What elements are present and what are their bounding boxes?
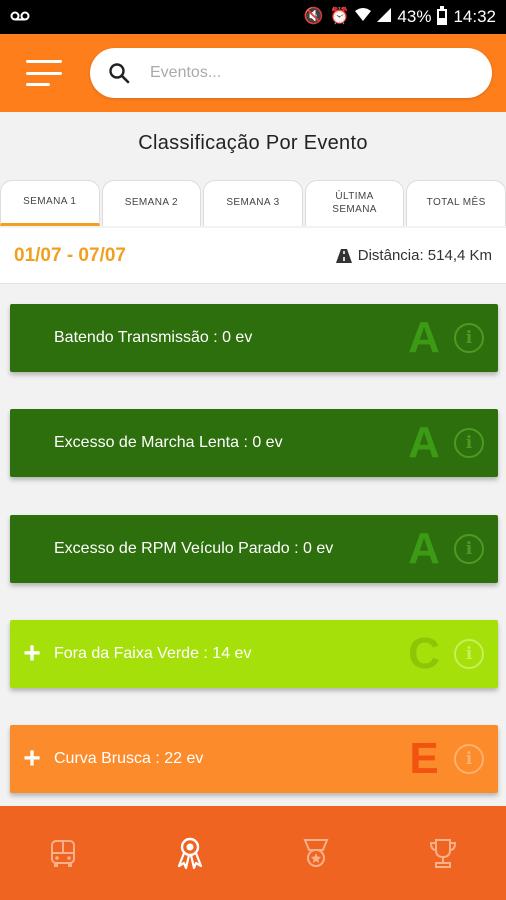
bus-icon bbox=[51, 840, 76, 867]
trophy-icon bbox=[429, 839, 456, 868]
event-grade: E bbox=[409, 734, 439, 783]
event-label: Batendo Transmissão : 0 ev bbox=[54, 329, 253, 346]
wifi-icon bbox=[355, 8, 372, 26]
event-label: Curva Brusca : 22 ev bbox=[54, 750, 204, 767]
badge-icon bbox=[303, 839, 329, 867]
info-icon[interactable]: i bbox=[454, 534, 484, 564]
mute-icon: 🔇 bbox=[303, 8, 324, 25]
info-icon[interactable]: i bbox=[454, 323, 484, 353]
event-grade: A bbox=[408, 524, 440, 573]
event-label: Excesso de RPM Veículo Parado : 0 ev bbox=[54, 540, 334, 557]
event-grade: A bbox=[408, 313, 440, 362]
award-ribbon-icon bbox=[177, 837, 202, 870]
nav-trophy[interactable] bbox=[413, 828, 473, 878]
page-title: Classificação Por Evento bbox=[138, 132, 368, 154]
nav-bus[interactable] bbox=[33, 828, 93, 878]
tab-ultima-semana[interactable]: ÚLTIMA SEMANA bbox=[304, 180, 405, 226]
event-card[interactable]: Excesso de RPM Veículo Parado : 0 ev A i bbox=[10, 515, 498, 583]
menu-icon[interactable] bbox=[26, 60, 64, 86]
voicemail-icon bbox=[10, 9, 30, 25]
search-icon bbox=[109, 63, 130, 84]
week-summary: 01/07 - 07/07 Distância: 514,4 Km bbox=[0, 228, 506, 284]
search-bar[interactable] bbox=[90, 48, 492, 98]
week-date-range: 01/07 - 07/07 bbox=[14, 244, 126, 266]
plus-icon[interactable]: + bbox=[10, 639, 54, 669]
distance-info: Distância: 514,4 Km bbox=[335, 247, 492, 264]
status-bar: 🔇 ⏰ 43% 14:32 bbox=[0, 0, 506, 34]
event-card[interactable]: Excesso de Marcha Lenta : 0 ev A i bbox=[10, 409, 498, 477]
battery-icon bbox=[437, 6, 448, 25]
search-input[interactable] bbox=[150, 64, 474, 82]
week-tabs: SEMANA 1 SEMANA 2 SEMANA 3 ÚLTIMA SEMANA… bbox=[0, 180, 506, 226]
app-header bbox=[0, 34, 506, 112]
event-card[interactable]: + Fora da Faixa Verde : 14 ev C i bbox=[10, 620, 498, 688]
tab-total-mes[interactable]: TOTAL MÊS bbox=[406, 180, 506, 226]
event-label: Excesso de Marcha Lenta : 0 ev bbox=[54, 434, 283, 451]
event-grade: A bbox=[408, 418, 440, 467]
info-icon[interactable]: i bbox=[454, 639, 484, 669]
battery-percent: 43% bbox=[397, 7, 432, 26]
tab-semana-3[interactable]: SEMANA 3 bbox=[203, 180, 303, 226]
alarm-icon: ⏰ bbox=[329, 8, 350, 25]
road-icon bbox=[335, 248, 352, 263]
event-grade: C bbox=[408, 629, 440, 678]
bottom-navigation bbox=[0, 806, 506, 900]
event-card[interactable]: + Curva Brusca : 22 ev E i bbox=[10, 725, 498, 793]
tab-semana-2[interactable]: SEMANA 2 bbox=[101, 180, 202, 226]
plus-icon[interactable]: + bbox=[10, 744, 54, 774]
clock: 14:32 bbox=[453, 7, 496, 26]
tab-semana-1[interactable]: SEMANA 1 bbox=[0, 180, 100, 226]
signal-icon bbox=[377, 8, 392, 26]
info-icon[interactable]: i bbox=[454, 744, 484, 774]
distance-text: Distância: 514,4 Km bbox=[357, 247, 492, 264]
nav-badges[interactable] bbox=[286, 828, 346, 878]
nav-ranking[interactable] bbox=[160, 828, 220, 878]
event-list: Batendo Transmissão : 0 ev A i Excesso d… bbox=[0, 288, 506, 804]
info-icon[interactable]: i bbox=[454, 428, 484, 458]
event-card[interactable]: Batendo Transmissão : 0 ev A i bbox=[10, 304, 498, 372]
event-label: Fora da Faixa Verde : 14 ev bbox=[54, 645, 252, 662]
